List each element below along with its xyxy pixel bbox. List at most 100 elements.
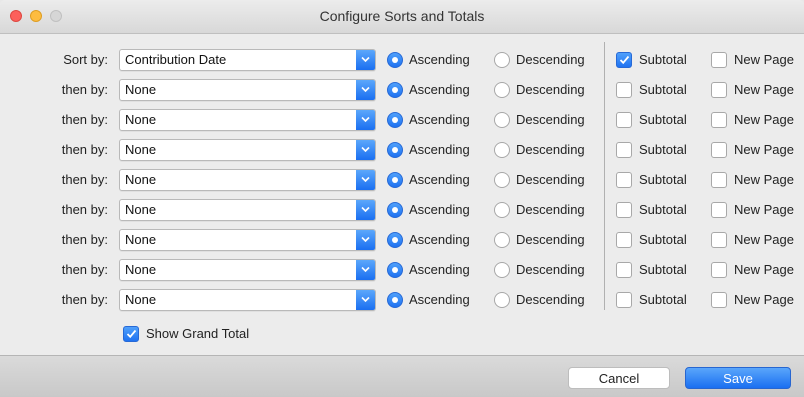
subtotal-checkbox[interactable] [616, 172, 632, 188]
sort-row-label: Sort by: [63, 52, 108, 67]
sort-row: then by: None Ascending Descending Subto… [0, 75, 804, 105]
sort-field-select[interactable]: None [119, 199, 376, 221]
descending-radio[interactable] [494, 202, 510, 218]
subtotal-checkbox[interactable] [616, 232, 632, 248]
descending-radio[interactable] [494, 172, 510, 188]
sort-row: then by: None Ascending Descending Subto… [0, 105, 804, 135]
ascending-label: Ascending [409, 262, 470, 277]
cancel-button[interactable]: Cancel [568, 367, 670, 389]
descending-label: Descending [516, 292, 585, 307]
sort-field-select[interactable]: Contribution Date [119, 49, 376, 71]
ascending-radio[interactable] [387, 172, 403, 188]
sort-row-label: then by: [61, 172, 108, 187]
new-page-checkbox[interactable] [711, 202, 727, 218]
ascending-radio[interactable] [387, 262, 403, 278]
descending-label: Descending [516, 172, 585, 187]
sort-row: then by: None Ascending Descending Subto… [0, 165, 804, 195]
descending-label: Descending [516, 202, 585, 217]
ascending-radio[interactable] [387, 82, 403, 98]
new-page-label: New Page [734, 112, 794, 127]
ascending-radio[interactable] [387, 112, 403, 128]
descending-radio[interactable] [494, 82, 510, 98]
chevron-down-icon[interactable] [356, 200, 375, 220]
new-page-checkbox[interactable] [711, 82, 727, 98]
ascending-label: Ascending [409, 82, 470, 97]
save-button[interactable]: Save [685, 367, 791, 389]
new-page-checkbox[interactable] [711, 292, 727, 308]
sort-field-value: None [125, 292, 157, 307]
new-page-checkbox[interactable] [711, 172, 727, 188]
ascending-radio[interactable] [387, 52, 403, 68]
new-page-label: New Page [734, 292, 794, 307]
sort-field-value: None [125, 202, 157, 217]
subtotal-checkbox[interactable] [616, 292, 632, 308]
descending-radio[interactable] [494, 112, 510, 128]
subtotal-checkbox[interactable] [616, 202, 632, 218]
ascending-label: Ascending [409, 52, 470, 67]
chevron-down-icon[interactable] [356, 80, 375, 100]
chevron-down-icon[interactable] [356, 230, 375, 250]
subtotal-checkbox[interactable] [616, 262, 632, 278]
sort-field-value: Contribution Date [125, 52, 227, 67]
sort-field-select[interactable]: None [119, 259, 376, 281]
ascending-label: Ascending [409, 112, 470, 127]
button-bar: Cancel Save [0, 355, 804, 397]
ascending-radio[interactable] [387, 142, 403, 158]
descending-radio[interactable] [494, 292, 510, 308]
new-page-label: New Page [734, 202, 794, 217]
descending-label: Descending [516, 142, 585, 157]
new-page-checkbox[interactable] [711, 52, 727, 68]
sort-field-select[interactable]: None [119, 139, 376, 161]
new-page-label: New Page [734, 172, 794, 187]
subtotal-label: Subtotal [639, 292, 687, 307]
sort-field-value: None [125, 142, 157, 157]
descending-label: Descending [516, 112, 585, 127]
new-page-checkbox[interactable] [711, 262, 727, 278]
subtotal-checkbox[interactable] [616, 112, 632, 128]
sort-field-value: None [125, 112, 157, 127]
show-grand-total-label: Show Grand Total [146, 326, 250, 341]
new-page-label: New Page [734, 232, 794, 247]
subtotal-checkbox[interactable] [616, 82, 632, 98]
configure-sorts-window: Configure Sorts and Totals Sort by: Cont… [0, 0, 804, 397]
descending-radio[interactable] [494, 52, 510, 68]
sort-row-label: then by: [61, 232, 108, 247]
descending-radio[interactable] [494, 262, 510, 278]
chevron-down-icon[interactable] [356, 260, 375, 280]
sort-row-label: then by: [61, 142, 108, 157]
ascending-label: Ascending [409, 232, 470, 247]
subtotal-label: Subtotal [639, 232, 687, 247]
chevron-down-icon[interactable] [356, 290, 375, 310]
sort-field-select[interactable]: None [119, 289, 376, 311]
new-page-checkbox[interactable] [711, 232, 727, 248]
descending-label: Descending [516, 52, 585, 67]
show-grand-total-checkbox[interactable] [123, 326, 139, 342]
chevron-down-icon[interactable] [356, 140, 375, 160]
title-bar[interactable]: Configure Sorts and Totals [0, 0, 804, 34]
subtotal-checkbox[interactable] [616, 52, 632, 68]
sort-field-select[interactable]: None [119, 79, 376, 101]
ascending-label: Ascending [409, 142, 470, 157]
sort-row-label: then by: [61, 82, 108, 97]
ascending-radio[interactable] [387, 292, 403, 308]
new-page-checkbox[interactable] [711, 142, 727, 158]
sort-field-value: None [125, 172, 157, 187]
descending-radio[interactable] [494, 142, 510, 158]
window-title: Configure Sorts and Totals [319, 8, 485, 24]
chevron-down-icon[interactable] [356, 170, 375, 190]
sort-row: Sort by: Contribution Date Ascending Des… [0, 45, 804, 75]
ascending-radio[interactable] [387, 202, 403, 218]
sort-field-select[interactable]: None [119, 109, 376, 131]
sort-field-select[interactable]: None [119, 169, 376, 191]
chevron-down-icon[interactable] [356, 50, 375, 70]
subtotal-checkbox[interactable] [616, 142, 632, 158]
sort-field-select[interactable]: None [119, 229, 376, 251]
sort-row: then by: None Ascending Descending Subto… [0, 195, 804, 225]
sort-field-value: None [125, 262, 157, 277]
chevron-down-icon[interactable] [356, 110, 375, 130]
subtotal-label: Subtotal [639, 82, 687, 97]
ascending-radio[interactable] [387, 232, 403, 248]
new-page-checkbox[interactable] [711, 112, 727, 128]
descending-radio[interactable] [494, 232, 510, 248]
sort-row-label: then by: [61, 202, 108, 217]
